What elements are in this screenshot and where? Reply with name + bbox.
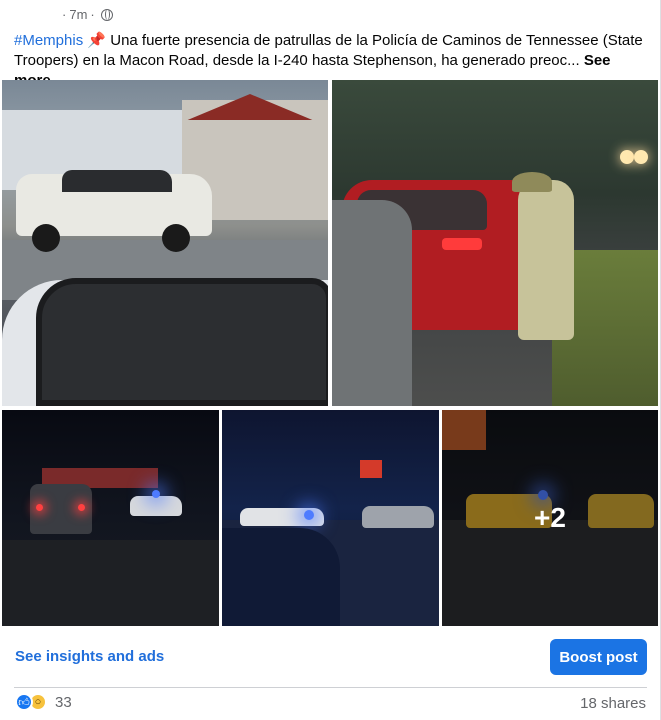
more-photos-count[interactable]: +2 xyxy=(442,410,658,626)
post-body: Una fuerte presencia de patrullas de la … xyxy=(14,32,643,69)
reaction-count: 33 xyxy=(55,693,72,711)
photo-4-dark-car xyxy=(222,528,340,626)
photo-1-suv-windows xyxy=(62,170,172,192)
photo-2-tail-light xyxy=(442,238,482,250)
globe-icon[interactable] xyxy=(100,8,113,21)
photo-4-silver-car xyxy=(362,506,434,528)
post-card: · 7m · #Memphis 📌 Una fuerte presencia d… xyxy=(0,0,661,720)
shares-count[interactable]: 18 shares xyxy=(580,695,646,712)
photo-2-trooper-hat xyxy=(512,172,552,192)
meta-separator-2: · xyxy=(90,7,95,22)
photo-2-headlight xyxy=(620,150,634,164)
hashtag-link[interactable]: #Memphis xyxy=(14,32,83,49)
post-timestamp[interactable]: 7m xyxy=(69,7,87,22)
boost-post-button[interactable]: Boost post xyxy=(550,639,647,675)
photo-3-blue-light xyxy=(152,490,160,498)
photo-4-sign xyxy=(360,460,382,478)
photo-4[interactable] xyxy=(222,410,439,626)
photo-3-tail-light xyxy=(78,504,85,511)
divider xyxy=(14,687,647,688)
photo-5[interactable]: +2 xyxy=(442,410,658,626)
photo-1-wheel xyxy=(32,224,60,252)
meta-separator: · xyxy=(62,7,67,22)
photo-4-blue-light xyxy=(304,510,314,520)
photo-1-side-mirror xyxy=(36,278,328,406)
post-meta: · 7m · xyxy=(62,7,113,22)
photo-2-trooper xyxy=(518,180,574,340)
photo-2-headlight xyxy=(634,150,648,164)
photo-2-gray-suv xyxy=(332,200,412,406)
photo-3-road xyxy=(2,540,219,626)
like-reaction-icon: 👍︎ xyxy=(15,693,33,711)
photo-1-wheel xyxy=(162,224,190,252)
photo-2[interactable] xyxy=(332,80,658,406)
see-insights-link[interactable]: See insights and ads xyxy=(15,648,164,665)
photo-1[interactable] xyxy=(2,80,328,406)
photo-3-patrol-car xyxy=(130,496,182,516)
photo-3-tail-light xyxy=(36,504,43,511)
photo-3[interactable] xyxy=(2,410,219,626)
pin-emoji: 📌 xyxy=(87,32,107,49)
reaction-summary[interactable]: 👍︎ ○ 33 xyxy=(15,693,72,711)
